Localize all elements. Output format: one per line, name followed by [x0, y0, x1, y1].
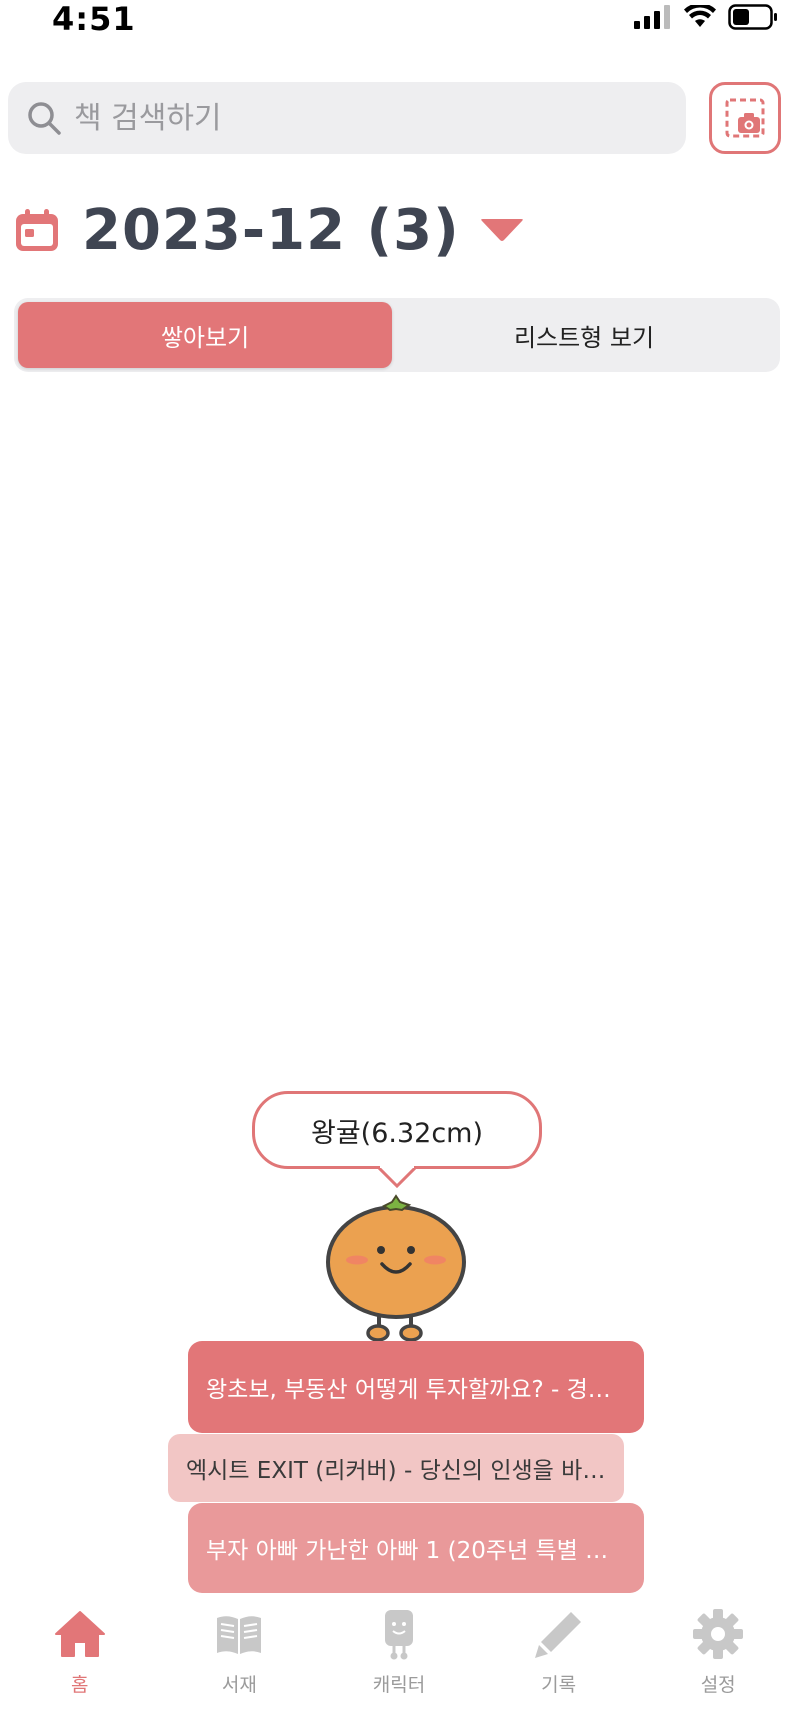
character-speech-bubble: 왕귤(6.32cm) [252, 1091, 542, 1169]
camera-scan-icon [725, 98, 765, 138]
bottom-tab-bar: 홈 서재 캐릭터 기록 설정 [0, 1600, 798, 1730]
tab-label: 캐릭터 [372, 1674, 426, 1696]
month-selector[interactable]: 2023-12 (3) [14, 194, 524, 266]
book-title: 왕초보, 부동산 어떻게 투자할까요? - 경매·공매·재개발 투자의 모든 것 [206, 1377, 626, 1403]
character-icon [384, 1610, 413, 1660]
tab-label: 서재 [221, 1674, 257, 1696]
orange-character-image[interactable] [322, 1192, 472, 1342]
speech-bubble-tail [378, 1166, 416, 1188]
cellular-signal-icon [634, 5, 670, 29]
tab-character[interactable]: 캐릭터 [334, 1600, 464, 1730]
tab-home[interactable]: 홈 [15, 1600, 145, 1730]
battery-icon [728, 4, 777, 30]
tab-label: 기록 [541, 1674, 577, 1696]
month-title: 2023-12 (3) [82, 197, 460, 263]
wifi-icon [684, 5, 716, 27]
search-input[interactable] [74, 100, 634, 136]
view-toggle: 쌓아보기 리스트형 보기 [14, 298, 780, 372]
gear-icon [693, 1609, 744, 1659]
home-icon [54, 1611, 105, 1657]
status-time: 4:51 [52, 0, 136, 38]
status-bar: 4:51 [0, 0, 798, 40]
tab-label: 홈 [71, 1674, 89, 1696]
tab-settings[interactable]: 설정 [653, 1600, 783, 1730]
book-spine[interactable]: 왕초보, 부동산 어떻게 투자할까요? - 경매·공매·재개발 투자의 모든 것 [188, 1341, 644, 1433]
book-icon [217, 1616, 262, 1654]
calendar-icon [16, 209, 58, 251]
character-speech-text: 왕귤(6.32cm) [310, 1117, 483, 1149]
scan-camera-button[interactable] [709, 82, 781, 154]
status-icons [634, 4, 778, 30]
pencil-icon [534, 1612, 581, 1658]
chevron-down-icon[interactable] [480, 217, 524, 243]
book-spine[interactable]: 부자 아빠 가난한 아빠 1 (20주년 특별 기념판) [188, 1503, 644, 1593]
tab-label: 설정 [700, 1674, 736, 1696]
search-icon [24, 98, 64, 138]
tab-stack-view[interactable]: 쌓아보기 [18, 302, 392, 368]
book-spine[interactable]: 엑시트 EXIT (리커버) - 당신의 인생을 바꿀 부의 사다리 [168, 1434, 624, 1502]
tab-library[interactable]: 서재 [174, 1600, 304, 1730]
book-title: 부자 아빠 가난한 아빠 1 (20주년 특별 기념판) [206, 1538, 626, 1564]
tab-list-view[interactable]: 리스트형 보기 [392, 302, 776, 368]
tab-record[interactable]: 기록 [494, 1600, 624, 1730]
search-bar[interactable] [8, 82, 686, 154]
book-title: 엑시트 EXIT (리커버) - 당신의 인생을 바꿀 부의 사다리 [186, 1458, 606, 1484]
